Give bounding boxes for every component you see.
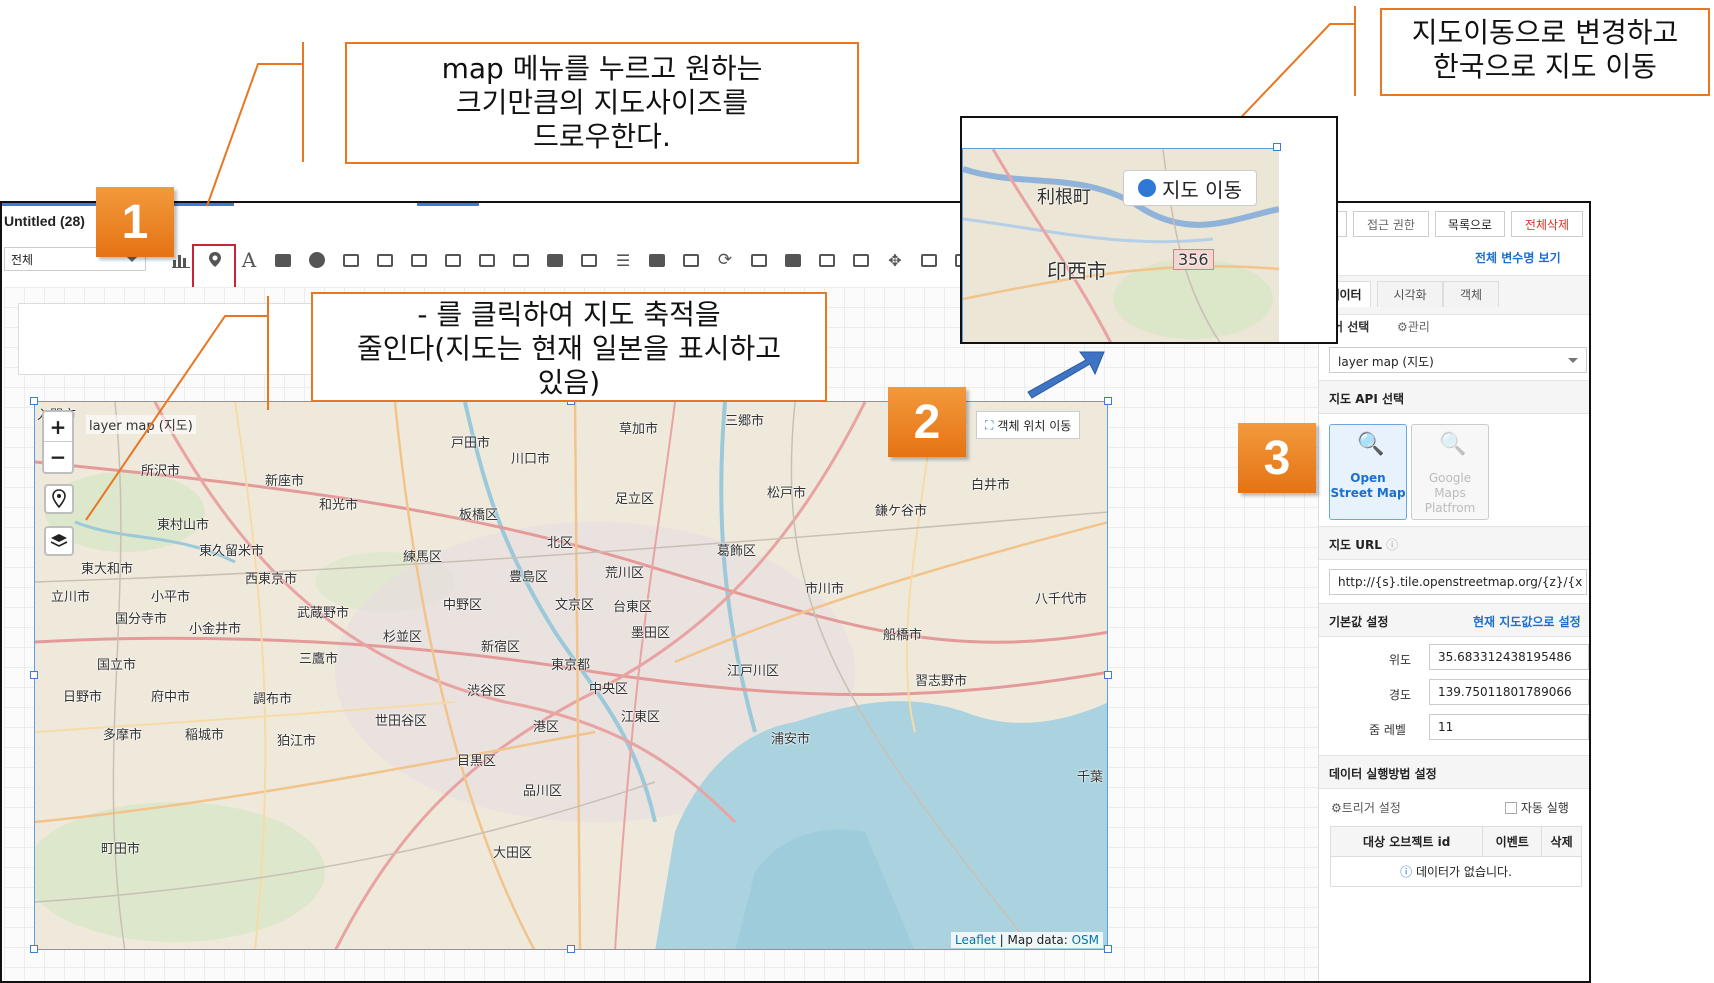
step-badge-2: 2 xyxy=(888,387,966,457)
inset-place-label: 印西市 xyxy=(1047,259,1107,283)
callout-step2-line1: - 를 클릭하여 지도 축적을 xyxy=(417,298,721,331)
callout-step1-line1: map 메뉴를 누르고 원하는 xyxy=(441,52,763,85)
callout-step1-line2: 크기만큼의 지도사이즈를 xyxy=(455,86,749,119)
callout-step2-line2: 줄인다(지도는 현재 일본을 표시하고 xyxy=(356,332,782,365)
resize-handle xyxy=(1273,143,1281,151)
callout-step3: 지도이동으로 변경하고 한국으로 지도 이동 xyxy=(1380,8,1710,96)
callout-step1: map 메뉴를 누르고 원하는 크기만큼의 지도사이즈를 드로우한다. xyxy=(345,42,859,164)
callout-step2-line3: 있음) xyxy=(537,366,601,399)
zoomed-inset: 利根町 印西市 356 지도 이동 xyxy=(960,116,1338,344)
move-map-button[interactable]: 지도 이동 xyxy=(1123,170,1257,206)
move-map-label: 지도 이동 xyxy=(1162,177,1242,202)
callout-step2: - 를 클릭하여 지도 축적을 줄인다(지도는 현재 일본을 표시하고 있음) xyxy=(311,292,827,402)
step-badge-1: 1 xyxy=(96,187,174,257)
route-shield: 356 xyxy=(1173,249,1214,270)
step-badge-3: 3 xyxy=(1238,423,1316,493)
callout-step3-line2: 한국으로 지도 이동 xyxy=(1433,50,1657,83)
callout-step3-line1: 지도이동으로 변경하고 xyxy=(1411,16,1679,49)
globe-icon xyxy=(1138,179,1157,197)
inset-place-label: 利根町 xyxy=(1037,187,1091,208)
callout-step1-line3: 드로우한다. xyxy=(533,120,671,153)
